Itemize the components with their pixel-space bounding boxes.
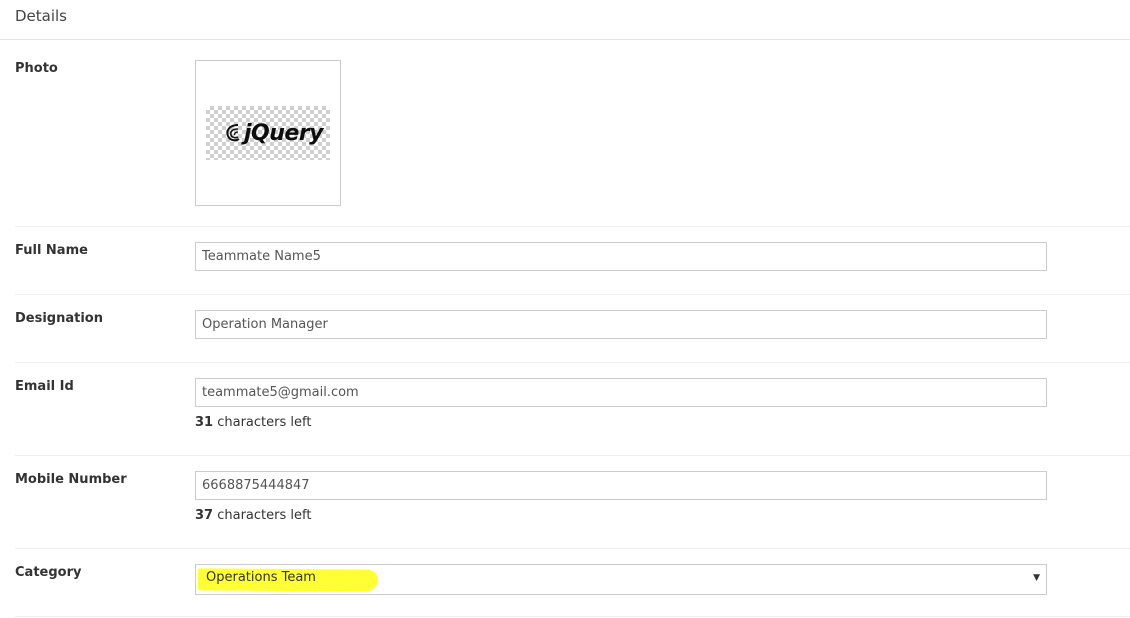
email-chars-left-text: characters left: [213, 415, 312, 430]
category-select[interactable]: Operations Team ▼: [195, 564, 1047, 595]
jquery-logo: jQuery: [224, 117, 324, 149]
row-divider: [15, 294, 1130, 295]
mobile-chars-left: 37 characters left: [195, 508, 311, 523]
photo-image: jQuery: [206, 106, 330, 160]
row-divider: [15, 455, 1130, 456]
designation-label: Designation: [15, 311, 103, 326]
mobile-label: Mobile Number: [15, 472, 127, 487]
row-divider: [15, 226, 1130, 227]
jquery-swoosh-icon: [226, 124, 240, 142]
photo-preview[interactable]: jQuery: [195, 60, 341, 206]
mobile-input[interactable]: [195, 471, 1047, 500]
page-title: Details: [15, 7, 68, 25]
category-selected-value: Operations Team: [206, 570, 316, 585]
full-name-label: Full Name: [15, 243, 88, 258]
email-label: Email Id: [15, 379, 74, 394]
email-chars-left-count: 31: [195, 415, 214, 430]
email-input[interactable]: [195, 378, 1047, 407]
row-divider: [15, 616, 1130, 617]
designation-input[interactable]: [195, 310, 1047, 339]
row-divider: [15, 362, 1130, 363]
category-label: Category: [15, 565, 82, 580]
jquery-logo-text: jQuery: [244, 120, 324, 146]
photo-label: Photo: [15, 61, 58, 76]
chevron-down-icon[interactable]: ▼: [1033, 573, 1040, 583]
details-header: Details: [0, 0, 1130, 40]
mobile-chars-left-text: characters left: [213, 508, 312, 523]
email-chars-left: 31 characters left: [195, 415, 311, 430]
mobile-chars-left-count: 37: [195, 508, 214, 523]
full-name-input[interactable]: [195, 242, 1047, 271]
row-divider: [15, 548, 1130, 549]
